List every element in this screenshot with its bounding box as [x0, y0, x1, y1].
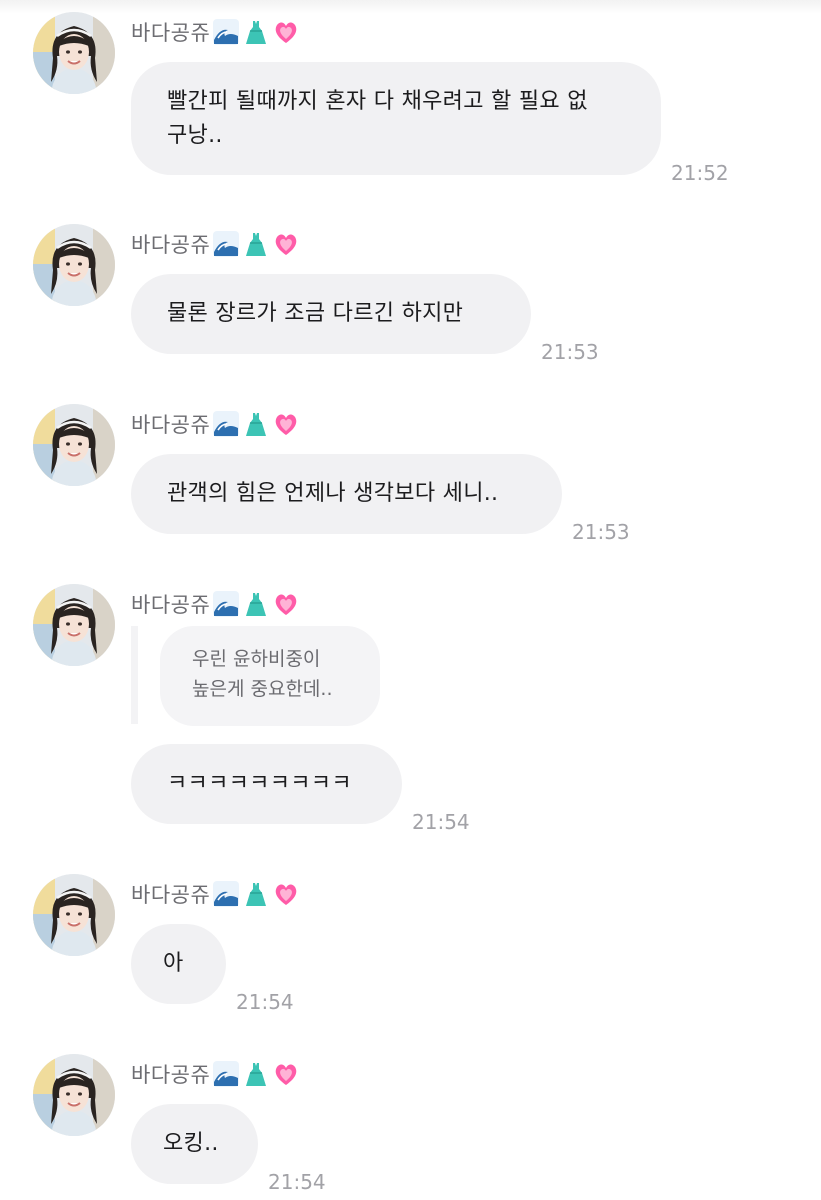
message-bubble[interactable]: 아: [131, 924, 226, 1004]
message-bubble[interactable]: 물론 장르가 조금 다르긴 하지만: [131, 274, 531, 354]
message-group: 바다공쥬 오킹.. 21:54: [0, 1054, 821, 1200]
message-bubble[interactable]: 오킹..: [131, 1104, 258, 1184]
message-text-line: 빨간피 될때까지 혼자 다 채우려고 할 필요 없: [167, 88, 588, 114]
heart-emoji: [272, 18, 300, 46]
sender-header: 바다공쥬: [131, 228, 300, 260]
sender-header: 바다공쥬: [131, 16, 300, 48]
message-row: 관객의 힘은 언제나 생각보다 세니.. 21:53: [131, 454, 630, 544]
reply-quote[interactable]: 우린 윤하비중이 높은게 중요한데..: [131, 626, 380, 726]
message-time: 21:54: [412, 810, 470, 834]
sender-header: 바다공쥬: [131, 408, 300, 440]
message-group: 바다공쥬 물론 장르가 조금 다르긴 하지만 21:53: [0, 224, 821, 364]
heart-emoji: [272, 230, 300, 258]
message-bubble[interactable]: 관객의 힘은 언제나 생각보다 세니..: [131, 454, 562, 534]
avatar[interactable]: [33, 404, 115, 486]
message-row: 오킹.. 21:54: [131, 1104, 326, 1194]
sender-name: 바다공쥬: [131, 413, 211, 437]
message-time: 21:53: [572, 520, 630, 544]
dress-emoji: [242, 880, 270, 908]
avatar[interactable]: [33, 874, 115, 956]
sender-name: 바다공쥬: [131, 21, 211, 45]
message-group: 바다공쥬 아 21:54: [0, 874, 821, 1014]
message-group: 바다공쥬 관객의 힘은 언제나 생각보다 세니.. 21:53: [0, 404, 821, 544]
wave-emoji: [212, 410, 240, 438]
message-time: 21:53: [541, 340, 599, 364]
message-row: 물론 장르가 조금 다르긴 하지만 21:53: [131, 274, 599, 364]
dress-emoji: [242, 18, 270, 46]
wave-emoji: [212, 880, 240, 908]
message-time: 21:54: [268, 1170, 326, 1194]
message-time: 21:54: [236, 990, 294, 1014]
sender-header: 바다공쥬: [131, 1058, 300, 1090]
message-row: 아 21:54: [131, 924, 294, 1014]
message-time: 21:52: [671, 161, 729, 185]
heart-emoji: [272, 1060, 300, 1088]
sender-name: 바다공쥬: [131, 883, 211, 907]
message-text-line: 구낭..: [167, 122, 223, 148]
avatar[interactable]: [33, 1054, 115, 1136]
reply-bubble[interactable]: 우린 윤하비중이 높은게 중요한데..: [160, 626, 380, 726]
message-row: 빨간피 될때까지 혼자 다 채우려고 할 필요 없 구낭.. 21:52: [131, 62, 729, 185]
dress-emoji: [242, 410, 270, 438]
reply-text-line: 우린 윤하비중이: [192, 648, 321, 670]
wave-emoji: [212, 1060, 240, 1088]
message-group: 바다공쥬 우린 윤하비중이 높은게 중요한데.. ㅋㅋㅋㅋㅋㅋㅋㅋㅋ 21:54: [0, 584, 821, 834]
wave-emoji: [212, 230, 240, 258]
sender-header: 바다공쥬: [131, 588, 300, 620]
heart-emoji: [272, 880, 300, 908]
heart-emoji: [272, 590, 300, 618]
message-bubble[interactable]: 빨간피 될때까지 혼자 다 채우려고 할 필요 없 구낭..: [131, 62, 661, 175]
avatar[interactable]: [33, 12, 115, 94]
wave-emoji: [212, 18, 240, 46]
message-group: 바다공쥬 빨간피 될때까지 혼자 다 채우려고 할 필요 없 구낭.. 21:5…: [0, 12, 821, 192]
wave-emoji: [212, 590, 240, 618]
reply-text-line: 높은게 중요한데..: [192, 678, 333, 700]
dress-emoji: [242, 1060, 270, 1088]
sender-name: 바다공쥬: [131, 593, 211, 617]
avatar[interactable]: [33, 224, 115, 306]
avatar[interactable]: [33, 584, 115, 666]
sender-header: 바다공쥬: [131, 878, 300, 910]
dress-emoji: [242, 230, 270, 258]
message-bubble[interactable]: ㅋㅋㅋㅋㅋㅋㅋㅋㅋ: [131, 744, 402, 824]
sender-name: 바다공쥬: [131, 1063, 211, 1087]
message-row: ㅋㅋㅋㅋㅋㅋㅋㅋㅋ 21:54: [131, 744, 470, 834]
sender-name: 바다공쥬: [131, 233, 211, 257]
heart-emoji: [272, 410, 300, 438]
reply-bar: [131, 626, 138, 724]
dress-emoji: [242, 590, 270, 618]
